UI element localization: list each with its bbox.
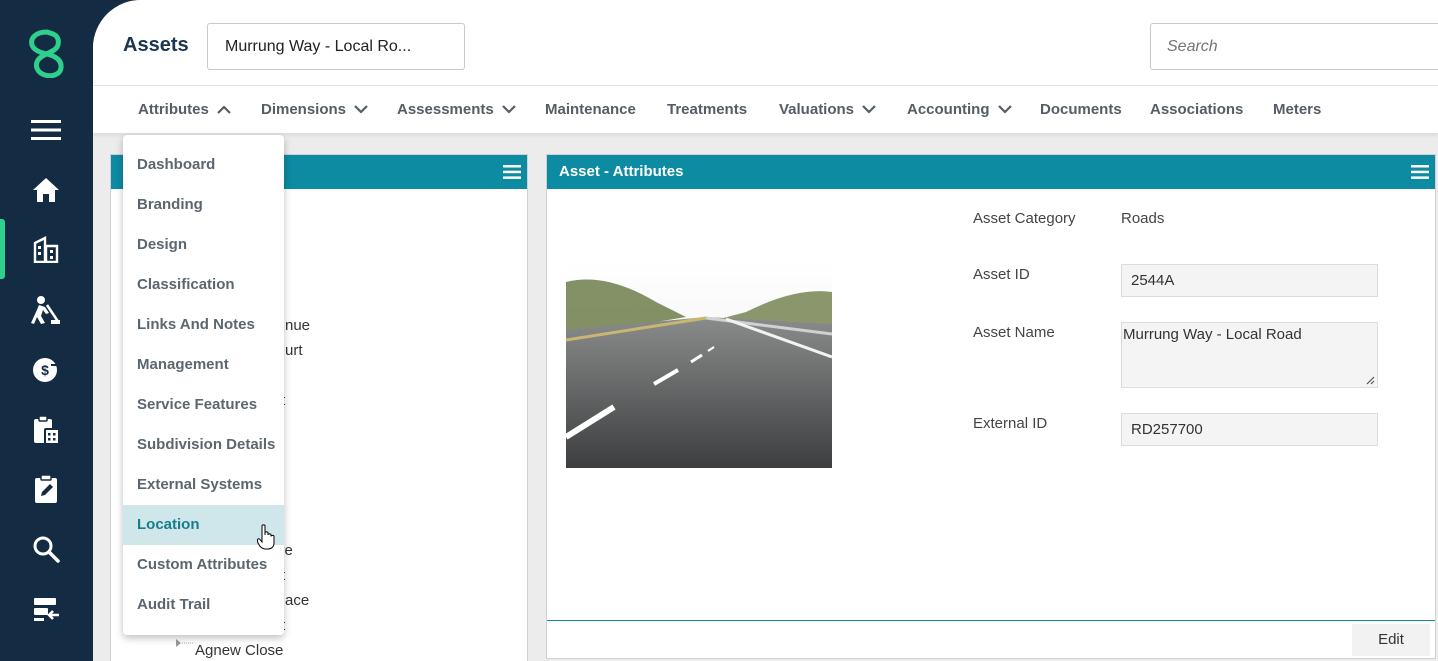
asset-name-field[interactable]: Murrung Way - Local Road [1121,322,1378,388]
asset-selector[interactable]: Murrung Way - Local Ro... [207,23,465,70]
asset-name-label: Asset Name [973,324,1055,341]
page-title: Assets [123,34,189,56]
tree-item[interactable]: ace [285,592,309,609]
asset-category-value: Roads [1121,210,1165,227]
tab-label: Valuations [779,101,855,118]
tab-label: Associations [1150,101,1244,118]
tab-label: Maintenance [545,101,636,118]
menu-item-external-systems[interactable]: External Systems [123,465,284,505]
resize-handle-icon[interactable] [1365,375,1375,385]
tab-maintenance[interactable]: Maintenance [545,101,636,118]
chevron-down-icon [501,105,516,114]
external-id-field[interactable]: RD257700 [1121,413,1378,446]
menu-item-dashboard[interactable]: Dashboard [123,145,284,185]
tab-accounting[interactable]: Accounting [907,101,1012,118]
asset-id-label: Asset ID [973,266,1030,283]
menu-item-links-and-notes[interactable]: Links And Notes [123,305,284,345]
asset-attributes-panel: Asset - Attributes Asset Category Roads … [546,154,1436,659]
more-icon[interactable] [28,648,64,661]
tab-dimensions[interactable]: Dimensions [261,101,368,118]
tree-expand-icon[interactable] [175,635,195,655]
tab-label: Treatments [667,101,748,118]
tab-documents[interactable]: Documents [1040,101,1122,118]
asset-category-label: Asset Category [973,210,1076,227]
external-id-label: External ID [973,415,1048,432]
edit-button[interactable]: Edit [1352,624,1430,656]
menu-icon[interactable] [28,112,64,148]
menu-item-service-features[interactable]: Service Features [123,385,284,425]
chevron-up-icon [217,105,231,114]
asset-id-field[interactable]: 2544A [1121,264,1378,297]
clipboard-calc-icon[interactable] [28,412,64,448]
tree-item-agnew-close[interactable]: Agnew Close [195,642,283,659]
panel-title: Asset - Attributes [559,163,684,180]
tree-item[interactable]: nue [285,317,310,334]
chevron-down-icon [862,105,876,114]
search-icon[interactable] [28,531,64,567]
tab-bar: Attributes Dimensions Assessments Mainte… [93,86,1438,134]
asset-photo [566,262,832,468]
menu-item-management[interactable]: Management [123,345,284,385]
menu-item-audit-trail[interactable]: Audit Trail [123,585,284,625]
tab-valuations[interactable]: Valuations [779,101,876,118]
svg-text:$: $ [41,362,49,378]
tab-assessments[interactable]: Assessments [397,101,516,118]
tab-label: Assessments [397,101,494,118]
worker-icon[interactable] [28,292,64,328]
menu-item-subdivision-details[interactable]: Subdivision Details [123,425,284,465]
finance-icon[interactable]: $ [28,352,64,388]
menu-item-classification[interactable]: Classification [123,265,284,305]
tab-label: Attributes [138,101,209,118]
main-area: Assets Murrung Way - Local Ro... Attribu… [93,0,1438,661]
hand-cursor-icon [257,524,275,550]
panel-footer-divider [547,620,1435,621]
chevron-down-icon [354,105,368,114]
tab-label: Documents [1040,101,1122,118]
tab-treatments[interactable]: Treatments [667,101,747,118]
chevron-down-icon [997,105,1012,114]
app-logo-icon[interactable] [24,28,70,79]
menu-item-branding[interactable]: Branding [123,185,284,225]
asset-name-value: Murrung Way - Local Road [1123,326,1302,343]
tab-label: Dimensions [261,101,347,118]
panel-header: Asset - Attributes [547,155,1435,189]
tab-label: Accounting [907,101,990,118]
home-icon[interactable] [28,172,64,208]
tab-attributes[interactable]: Attributes [138,101,231,118]
attributes-dropdown-menu: Dashboard Branding Design Classification… [123,135,284,635]
header-bar: Assets Murrung Way - Local Ro... [93,0,1438,86]
left-rail: $ [0,0,93,661]
tab-label: Meters [1273,101,1322,118]
tab-associations[interactable]: Associations [1150,101,1243,118]
tree-item[interactable]: urt [285,342,303,359]
panel-menu-icon[interactable] [503,164,521,180]
buildings-icon[interactable] [28,231,64,267]
edit-task-icon[interactable] [28,471,64,507]
import-icon[interactable] [28,591,64,627]
menu-item-design[interactable]: Design [123,225,284,265]
search-input[interactable] [1150,23,1438,70]
tab-meters[interactable]: Meters [1273,101,1321,118]
active-indicator [0,219,5,279]
panel-menu-icon[interactable] [1411,164,1429,180]
menu-item-custom-attributes[interactable]: Custom Attributes [123,545,284,585]
